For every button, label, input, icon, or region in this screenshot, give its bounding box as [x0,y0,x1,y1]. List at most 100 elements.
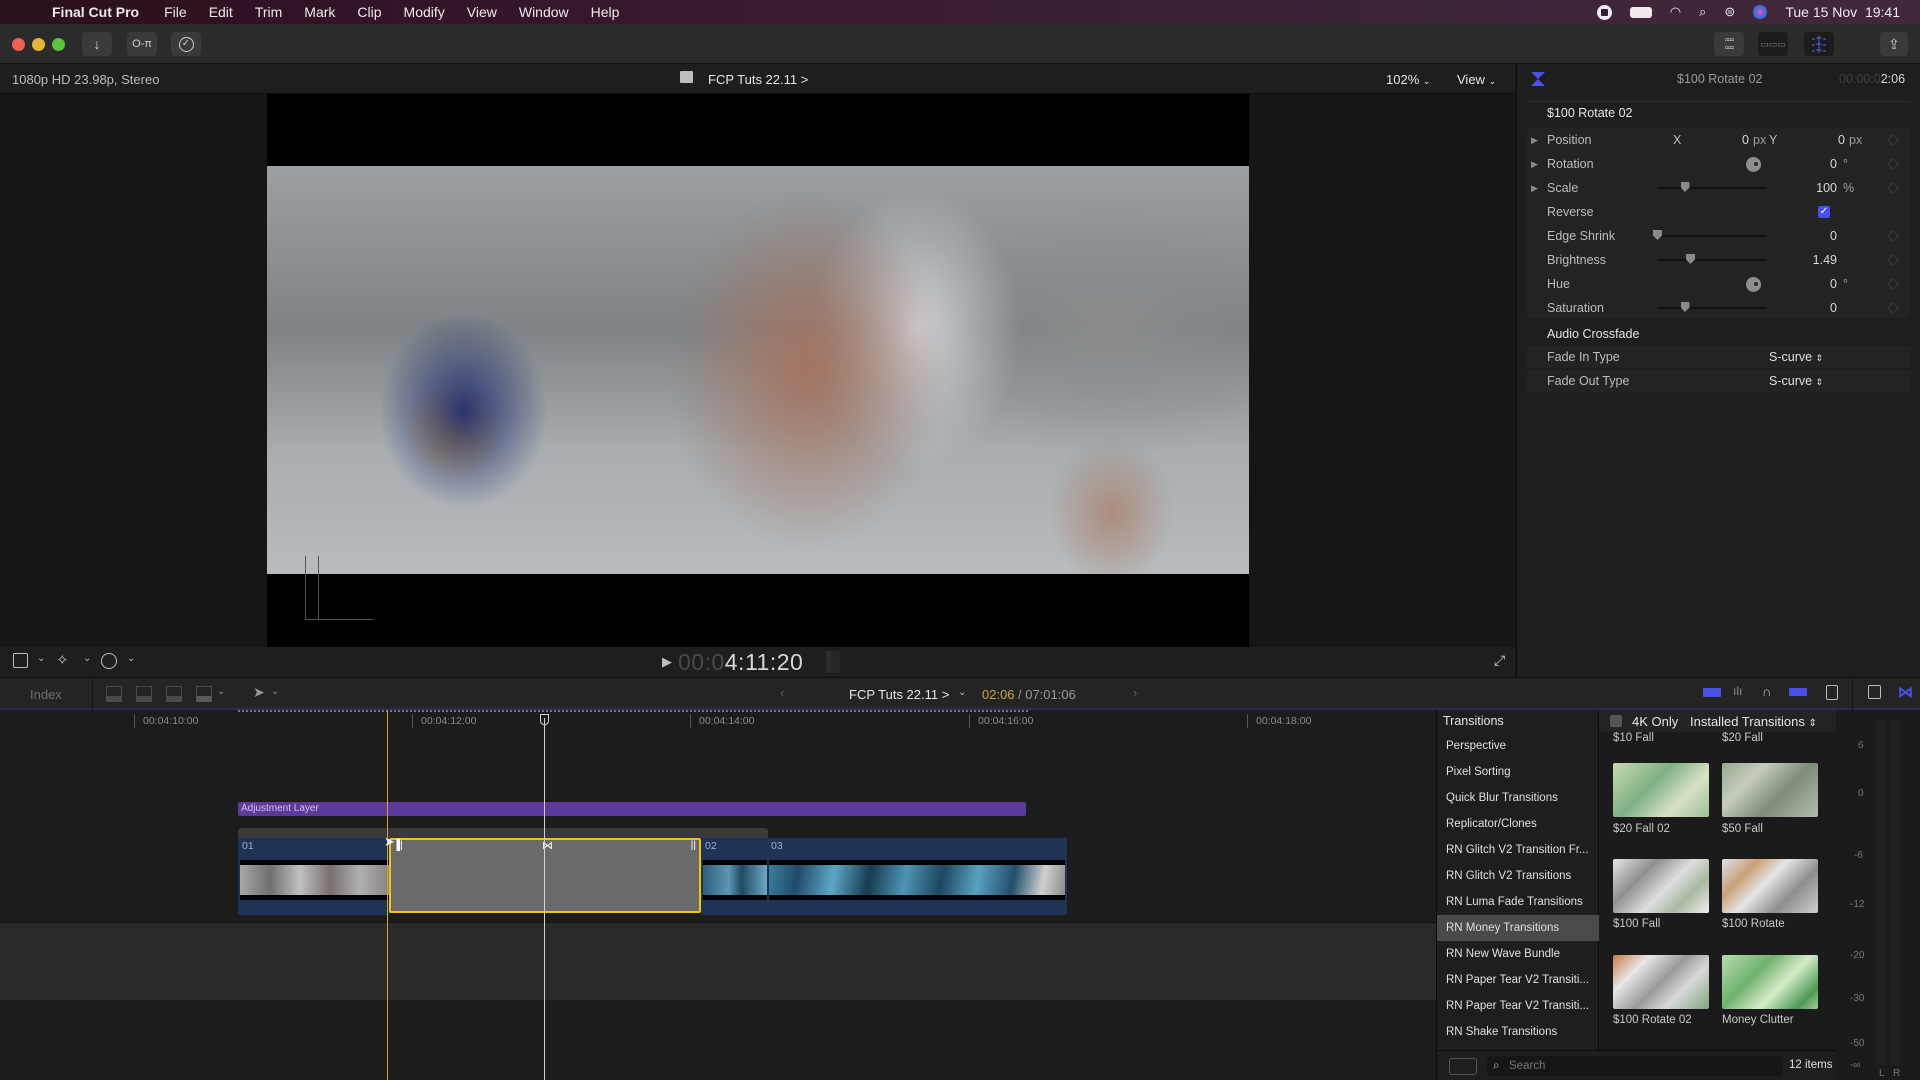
clip-03[interactable] [767,855,1067,915]
transitions-category-list[interactable]: Transitions Perspective Pixel Sorting Qu… [1437,710,1599,1050]
menu-modify[interactable]: Modify [393,4,456,20]
transition-100-rotate-02[interactable]: ▐| ⋈ || [389,838,701,913]
index-button[interactable]: Index [30,687,62,702]
search-field[interactable]: ⌕ [1487,1056,1783,1076]
insert-clip-button[interactable] [136,686,152,702]
transform-tool-button[interactable] [13,653,28,668]
fade-out-select[interactable]: S-curve ⇕ [1769,374,1823,388]
timeline-project-name[interactable]: FCP Tuts 22.11 > [849,687,949,702]
edge-shrink-value[interactable]: 0 [1811,229,1837,243]
brightness-slider-knob[interactable] [1686,254,1695,264]
retime-speedometer-icon[interactable] [101,653,117,669]
category-item[interactable]: RN Luma Fade Transitions [1437,889,1599,915]
chevron-down-icon[interactable]: ⌄ [37,653,45,664]
adjustment-layer-clip[interactable]: Adjustment Layer [238,802,1026,816]
timeline-ruler[interactable]: 00:04:10:00 00:04:12:00 00:04:14:00 00:0… [0,710,1436,732]
timeline[interactable]: 00:04:10:00 00:04:12:00 00:04:14:00 00:0… [0,710,1436,1080]
hue-dial[interactable] [1746,277,1761,292]
scale-value[interactable]: 100 [1799,181,1837,195]
playhead-handle[interactable] [540,714,549,725]
transition-inspector-icon[interactable] [1531,72,1545,86]
menu-help[interactable]: Help [580,4,631,20]
video-only-icon[interactable] [1703,688,1721,697]
keyframe-button[interactable] [1887,134,1899,146]
keyframe-button[interactable] [1887,230,1899,242]
category-item[interactable]: Quick Blur Transitions [1437,785,1599,811]
transition-out-handle[interactable]: || [691,840,696,851]
play-button[interactable]: ▶ [662,654,672,670]
viewer-project-name[interactable]: FCP Tuts 22.11 > [708,72,808,87]
transitions-browser-icon[interactable]: ⋈ [1898,683,1913,701]
select-tool-arrow-icon[interactable]: ➤ [253,684,265,701]
saturation-slider-track[interactable] [1657,307,1767,309]
chevron-down-icon[interactable]: ⌄ [83,653,91,664]
keyframe-button[interactable] [1887,302,1899,314]
menu-mark[interactable]: Mark [293,4,346,20]
siri-icon[interactable] [1753,5,1768,19]
spotlight-icon[interactable]: ⌕ [1699,4,1706,20]
clip-03-header[interactable]: 03 [767,838,1067,855]
background-tasks-button[interactable]: ✓ [171,32,201,56]
history-forward-button[interactable]: › [1133,685,1137,700]
keyframe-button[interactable] [1887,158,1899,170]
menu-file[interactable]: File [153,4,198,20]
connect-clip-button[interactable] [106,686,122,702]
clip-01[interactable] [238,855,390,915]
menu-window[interactable]: Window [508,4,580,20]
timecode-display[interactable]: 00:0 4:11:20 [678,647,803,677]
fullscreen-icon[interactable]: ⤢ [1494,652,1505,669]
control-center-icon[interactable]: ⊜ [1724,4,1735,20]
installed-transitions-dropdown[interactable]: Installed Transitions ⇕ [1690,714,1817,729]
clock[interactable]: Tue 15 Nov 19:41 [1785,4,1900,20]
category-item[interactable]: Replicator/Clones [1437,811,1599,837]
headphones-icon[interactable]: ∩ [1762,684,1771,699]
brightness-slider-track[interactable] [1657,259,1767,261]
battery-icon[interactable] [1629,6,1652,18]
show-timeline-button[interactable]: ▭▭▭ [1758,32,1788,56]
brightness-value[interactable]: 1.49 [1797,253,1837,267]
search-input[interactable] [1509,1058,1769,1074]
zoom-level-dropdown[interactable]: 102% ⌄ [1386,72,1430,87]
clip-02[interactable] [701,855,767,915]
edge-shrink-slider-track[interactable] [1657,235,1767,237]
history-back-button[interactable]: ‹ [780,685,784,700]
effects-browser-icon[interactable] [1868,685,1881,699]
sidebar-toggle-icon[interactable] [1449,1058,1477,1075]
chevron-down-icon[interactable]: ⌄ [127,653,135,664]
category-item[interactable]: Perspective [1437,733,1599,759]
position-y-value[interactable]: 0 [1819,133,1845,147]
menu-view[interactable]: View [456,4,508,20]
view-dropdown[interactable]: View ⌄ [1457,72,1496,87]
show-browser-button[interactable]: ▫▫▫ ▫▫▫ [1714,32,1744,56]
rotation-dial[interactable] [1746,157,1761,172]
close-window-button[interactable] [12,38,25,51]
transition-thumbnail[interactable] [1613,763,1709,817]
category-item-selected[interactable]: RN Money Transitions [1437,915,1599,941]
chevron-down-icon[interactable]: ⌄ [958,687,966,698]
chevron-down-icon[interactable]: ⌄ [271,686,279,697]
keyframe-button[interactable] [1887,254,1899,266]
menu-app-name[interactable]: Final Cut Pro [52,4,153,20]
category-item[interactable]: RN Glitch V2 Transition Fr... [1437,837,1599,863]
keywords-button[interactable]: O‑π [127,32,157,56]
wifi-icon[interactable]: ◠ [1670,4,1681,20]
overwrite-clip-button[interactable] [196,686,212,702]
reverse-checkbox[interactable]: ✓ [1818,206,1830,218]
transition-thumbnail[interactable] [1722,955,1818,1009]
transition-thumbnail[interactable] [1722,763,1818,817]
keyframe-button[interactable] [1887,278,1899,290]
edge-shrink-slider-knob[interactable] [1653,230,1662,240]
transition-thumbnail-selected[interactable] [1613,955,1709,1009]
enhance-magic-wand-icon[interactable]: ✧ [56,651,69,669]
import-button[interactable]: ↓ [82,32,112,56]
clip-02-header[interactable]: 02 [701,838,767,855]
transition-thumbnail[interactable] [1722,859,1818,913]
category-item[interactable]: RN New Wave Bundle [1437,941,1599,967]
minimize-window-button[interactable] [32,38,45,51]
position-x-value[interactable]: 0 [1723,133,1749,147]
screen-record-icon[interactable] [1596,4,1612,20]
scale-slider-knob[interactable] [1680,182,1690,192]
show-inspector-button[interactable]: ‑+‑ ‑+‑ ‑+‑ [1804,32,1834,56]
share-button[interactable]: ⇪ [1880,32,1908,56]
saturation-slider-knob[interactable] [1680,302,1690,312]
